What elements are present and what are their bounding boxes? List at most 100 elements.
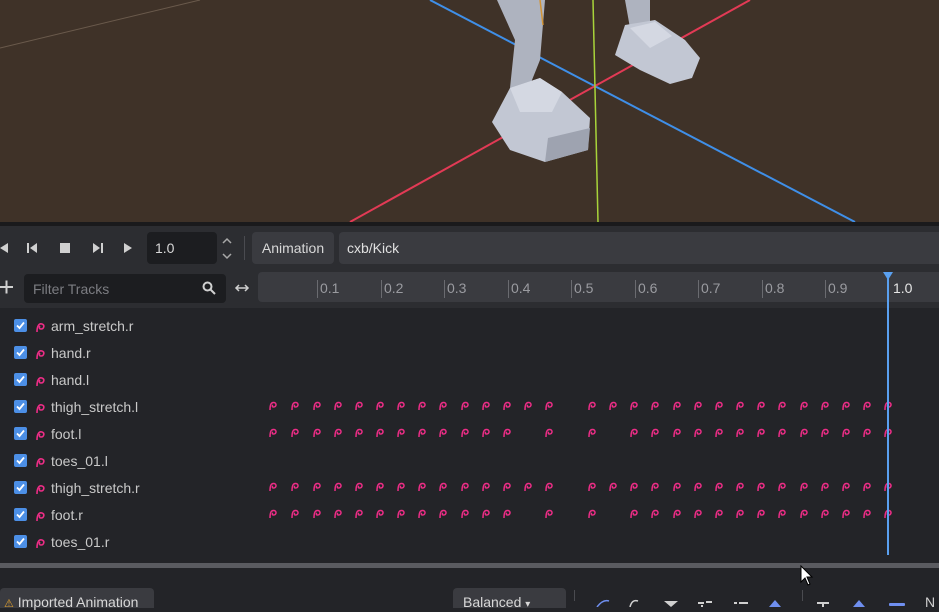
keyframe-icon[interactable] <box>544 428 554 441</box>
keyframe-icon[interactable] <box>396 509 406 522</box>
keyframe-icon[interactable] <box>672 428 682 441</box>
keyframe-icon[interactable] <box>290 482 300 495</box>
track-row[interactable]: toes_01.l <box>0 446 939 473</box>
keyframe-icon[interactable] <box>841 482 851 495</box>
keyframe-icon[interactable] <box>820 509 830 522</box>
keyframe-icon[interactable] <box>502 428 512 441</box>
keyframe-icon[interactable] <box>714 509 724 522</box>
keyframe-icon[interactable] <box>375 509 385 522</box>
keyframe-icon[interactable] <box>799 428 809 441</box>
keyframe-icon[interactable] <box>417 482 427 495</box>
track-row[interactable]: thigh_stretch.l <box>0 392 939 419</box>
keyframe-icon[interactable] <box>841 509 851 522</box>
keyframe-icon[interactable] <box>735 482 745 495</box>
track-row[interactable]: foot.l <box>0 419 939 446</box>
keyframe-icon[interactable] <box>502 401 512 414</box>
track-row[interactable]: foot.r <box>0 500 939 527</box>
keyframe-icon[interactable] <box>672 401 682 414</box>
keyframe-icon[interactable] <box>290 401 300 414</box>
keyframe-icon[interactable] <box>756 428 766 441</box>
more-label[interactable]: N <box>925 594 935 610</box>
keyframe-icon[interactable] <box>396 401 406 414</box>
keyframe-icon[interactable] <box>396 482 406 495</box>
keyframe-icon[interactable] <box>438 401 448 414</box>
play-icon[interactable] <box>118 236 138 260</box>
keyframe-icon[interactable] <box>502 509 512 522</box>
track-enabled-checkbox[interactable] <box>14 454 27 467</box>
track-row[interactable]: hand.r <box>0 338 939 365</box>
keyframe-icon[interactable] <box>756 482 766 495</box>
keyframe-icon[interactable] <box>841 428 851 441</box>
keyframe-icon[interactable] <box>587 482 597 495</box>
keyframe-icon[interactable] <box>714 401 724 414</box>
keyframe-icon[interactable] <box>312 509 322 522</box>
track-row[interactable]: toes_01.r <box>0 527 939 554</box>
keyframe-icon[interactable] <box>268 482 278 495</box>
keyframe-icon[interactable] <box>672 482 682 495</box>
keyframe-icon[interactable] <box>693 401 703 414</box>
animation-selector[interactable]: cxb/Kick <box>339 232 939 264</box>
keyframe-icon[interactable] <box>417 428 427 441</box>
keyframe-icon[interactable] <box>438 428 448 441</box>
speed-spinner[interactable] <box>220 234 234 264</box>
keyframe-icon[interactable] <box>714 482 724 495</box>
keyframe-icon[interactable] <box>841 401 851 414</box>
keyframe-icon[interactable] <box>735 428 745 441</box>
keyframe-icon[interactable] <box>629 401 639 414</box>
keyframe-icon[interactable] <box>333 401 343 414</box>
keyframe-icon[interactable] <box>650 509 660 522</box>
keyframe-icon[interactable] <box>417 401 427 414</box>
keyframe-icon[interactable] <box>290 428 300 441</box>
keyframe-icon[interactable] <box>544 401 554 414</box>
keyframe-icon[interactable] <box>799 509 809 522</box>
keyframe-icon[interactable] <box>523 482 533 495</box>
keyframe-icon[interactable] <box>502 482 512 495</box>
keyframe-icon[interactable] <box>862 428 872 441</box>
keyframe-icon[interactable] <box>777 428 787 441</box>
track-enabled-checkbox[interactable] <box>14 481 27 494</box>
keyframe-icon[interactable] <box>460 509 470 522</box>
play-from-start-icon[interactable] <box>87 236 107 260</box>
keyframe-icon[interactable] <box>333 428 343 441</box>
keyframe-icon[interactable] <box>735 509 745 522</box>
keyframe-icon[interactable] <box>268 401 278 414</box>
keyframe-icon[interactable] <box>629 482 639 495</box>
play-backwards-from-end-icon[interactable] <box>0 236 14 260</box>
playhead[interactable] <box>887 273 889 555</box>
keyframe-icon[interactable] <box>481 509 491 522</box>
track-row[interactable]: thigh_stretch.r <box>0 473 939 500</box>
keyframe-icon[interactable] <box>375 401 385 414</box>
keyframe-icon[interactable] <box>333 482 343 495</box>
keyframe-icon[interactable] <box>650 428 660 441</box>
animation-menu-button[interactable]: Animation <box>252 232 334 264</box>
keyframe-icon[interactable] <box>650 401 660 414</box>
imported-animation-tab[interactable]: ⚠ Imported Animation <box>0 588 154 610</box>
keyframe-icon[interactable] <box>481 428 491 441</box>
keyframe-icon[interactable] <box>820 428 830 441</box>
keyframe-icon[interactable] <box>523 401 533 414</box>
track-enabled-checkbox[interactable] <box>14 319 27 332</box>
keyframe-icon[interactable] <box>460 482 470 495</box>
keyframe-icon[interactable] <box>693 482 703 495</box>
keyframe-icon[interactable] <box>777 401 787 414</box>
keyframe-icon[interactable] <box>862 482 872 495</box>
keyframe-icon[interactable] <box>417 509 427 522</box>
keyframe-icon[interactable] <box>396 428 406 441</box>
keyframe-icon[interactable] <box>460 401 470 414</box>
keyframe-icon[interactable] <box>544 509 554 522</box>
keyframe-icon[interactable] <box>820 401 830 414</box>
play-backwards-icon[interactable] <box>23 236 43 260</box>
keyframe-icon[interactable] <box>290 509 300 522</box>
timeline-ruler[interactable]: 0.1 0.2 0.3 0.4 0.5 0.6 0.7 0.8 0.9 1.0 <box>258 272 939 302</box>
keyframe-icon[interactable] <box>799 401 809 414</box>
keyframe-icon[interactable] <box>354 428 364 441</box>
3d-viewport[interactable] <box>0 0 939 222</box>
keyframe-icon[interactable] <box>693 428 703 441</box>
keyframe-icon[interactable] <box>862 401 872 414</box>
keyframe-icon[interactable] <box>862 509 872 522</box>
keyframe-icon[interactable] <box>608 482 618 495</box>
track-row[interactable]: arm_stretch.r <box>0 311 939 338</box>
keyframe-icon[interactable] <box>354 509 364 522</box>
fit-timeline-icon[interactable] <box>234 281 250 300</box>
keyframe-icon[interactable] <box>375 428 385 441</box>
